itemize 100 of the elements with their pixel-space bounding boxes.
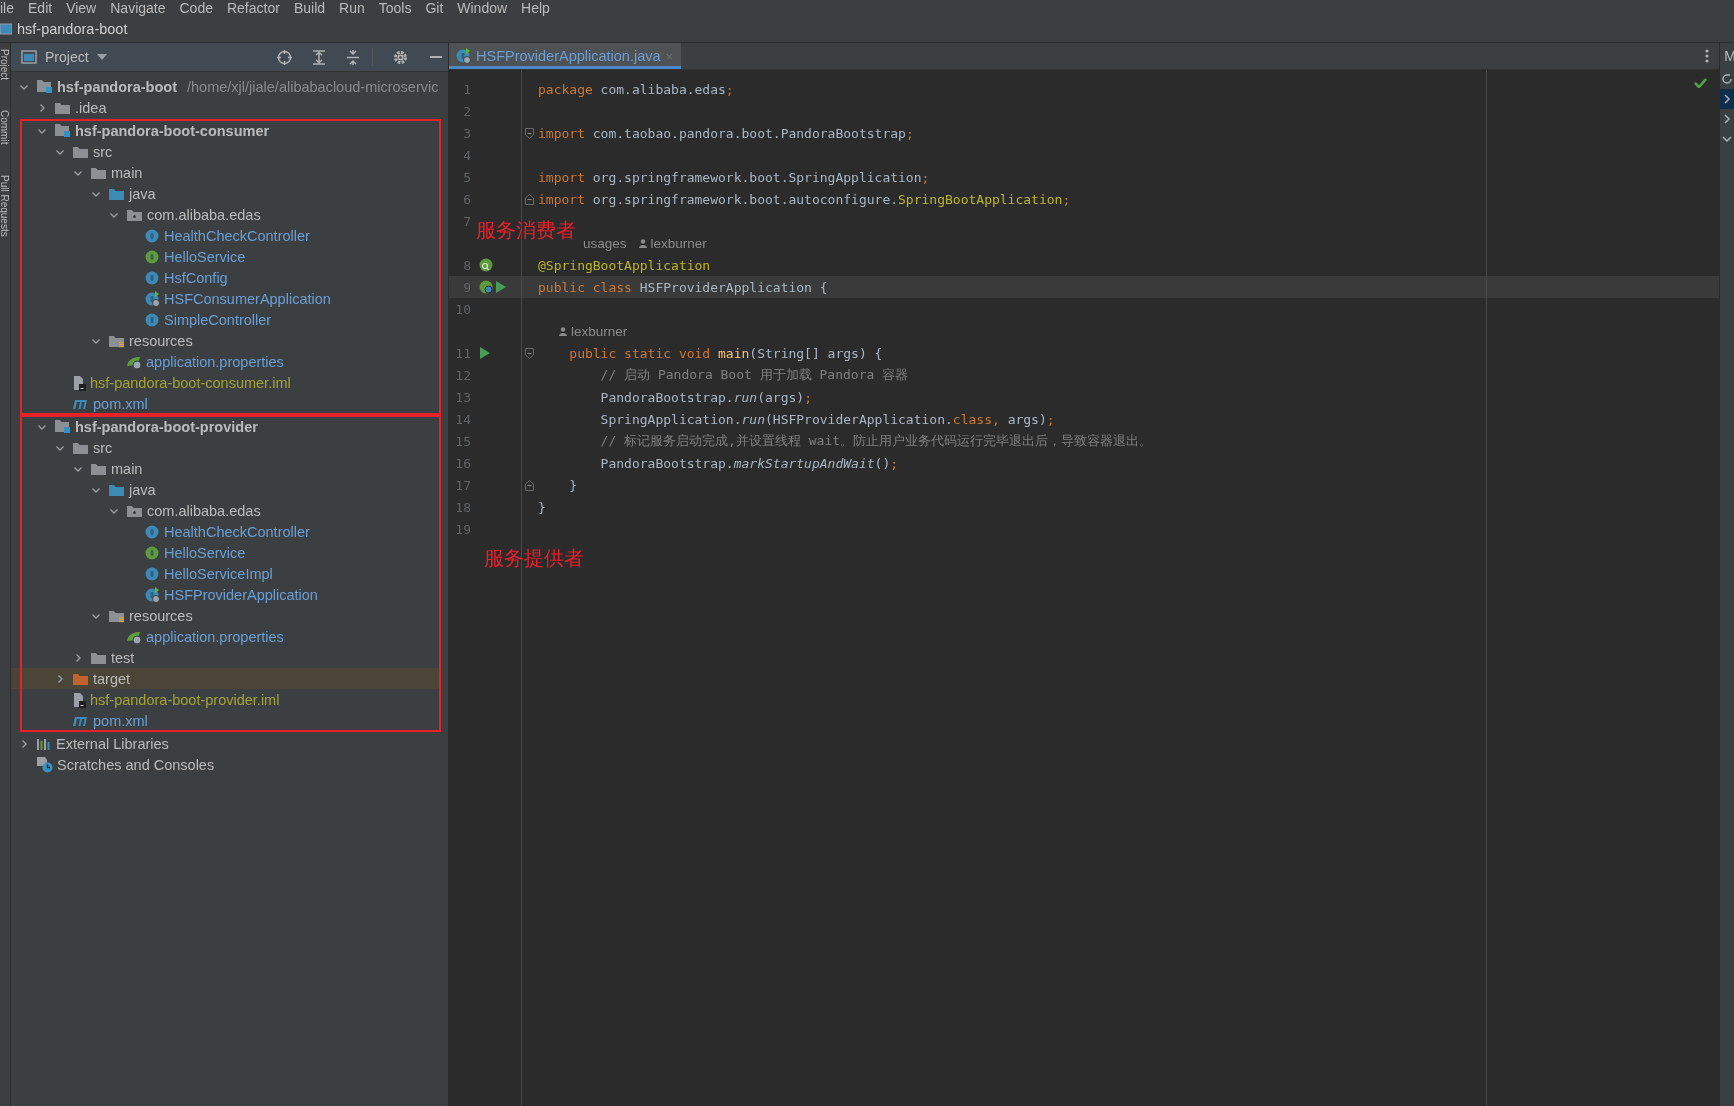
tree-item[interactable]: HealthCheckController	[11, 225, 440, 246]
menu-item[interactable]: Navigate	[110, 0, 166, 16]
code-line: // 启动 Pandora Boot 用于加载 Pandora 容器	[599, 366, 909, 384]
line-number: 15	[454, 433, 471, 449]
run-icon[interactable]	[495, 281, 506, 293]
chevron-icon[interactable]	[37, 102, 47, 113]
tree-item[interactable]: hsf-pandora-boot-provider	[11, 416, 440, 437]
chevron-icon[interactable]	[19, 738, 29, 749]
line-number: 5	[462, 169, 471, 185]
menu-item[interactable]: Git	[425, 0, 444, 16]
menu-item[interactable]: Run	[339, 0, 365, 16]
code-line: PandoraBootstrap.markStartupAndWait();	[599, 455, 899, 471]
tree-item[interactable]: Scratches and Consoles	[11, 754, 448, 775]
class-icon	[144, 227, 160, 244]
more-icon[interactable]	[1705, 49, 1709, 63]
tree-item[interactable]: java	[11, 479, 440, 500]
tree-item[interactable]: HSFConsumerApplication	[11, 288, 440, 309]
folder-icon	[90, 461, 107, 476]
tree-item[interactable]: hsf-pandora-boot-provider.iml	[11, 689, 440, 710]
author-hint[interactable]: lexburner	[559, 323, 628, 339]
chevron-down-icon[interactable]	[1722, 135, 1732, 143]
code-line: }	[568, 477, 578, 493]
settings-icon[interactable]	[393, 49, 408, 65]
menu-item[interactable]: Edit	[28, 0, 53, 16]
tree-item[interactable]: HelloService	[11, 542, 440, 563]
folder-icon	[90, 165, 107, 180]
tree-item[interactable]: pom.xml	[11, 710, 440, 731]
class-icon	[144, 565, 160, 582]
code-line: import org.springframework.boot.autoconfigure.SpringBootApplication;	[537, 191, 1071, 207]
tree-item[interactable]: test	[11, 647, 440, 668]
menu-item[interactable]: Window	[457, 0, 508, 16]
file-icon	[72, 691, 86, 708]
chevron-icon[interactable]	[73, 652, 83, 663]
tree-item[interactable]: com.alibaba.edas	[11, 204, 440, 225]
menu-item[interactable]: Tools	[378, 0, 412, 16]
tree-item[interactable]: java	[11, 183, 440, 204]
line-number: 14	[454, 411, 471, 427]
tree-item[interactable]: main	[11, 458, 440, 479]
tree-item[interactable]: HelloServiceImpl	[11, 563, 440, 584]
minimize-icon[interactable]	[430, 55, 442, 59]
folder-icon	[108, 186, 125, 201]
tree-item[interactable]: SimpleController	[11, 309, 440, 330]
class-icon	[144, 269, 160, 286]
tree-item[interactable]: com.alibaba.edas	[11, 500, 440, 521]
code-line: PandoraBootstrap.run(args);	[599, 389, 812, 405]
locate-icon[interactable]	[277, 49, 292, 65]
line-number: 3	[462, 125, 471, 141]
code-line: public class HSFProviderApplication {	[537, 279, 828, 295]
code-line: package com.alibaba.edas;	[537, 81, 734, 97]
tree-item[interactable]: hsf-pandora-boot /home/xjl/jiale/alibabacloud-microservic	[11, 76, 448, 97]
collapse-all-icon[interactable]	[346, 49, 360, 65]
tree-item[interactable]: target	[11, 668, 440, 689]
folder-icon	[72, 144, 89, 159]
chevron-icon[interactable]	[55, 673, 65, 684]
tree-item[interactable]: hsf-pandora-boot-consumer	[11, 120, 440, 141]
code-line: }	[537, 499, 546, 515]
window-title: hsf-pandora-boot	[17, 21, 128, 37]
tree-item[interactable]: HsfConfig	[11, 267, 440, 288]
tree-item[interactable]: HelloService	[11, 246, 440, 267]
menu-item[interactable]: Code	[179, 0, 213, 16]
tree-item[interactable]: src	[11, 437, 440, 458]
tree-item[interactable]: .idea	[11, 97, 448, 118]
refresh-icon[interactable]	[1721, 73, 1733, 85]
bean-icon[interactable]	[479, 280, 493, 294]
author-hint[interactable]: lexburner	[638, 235, 707, 251]
fold-marker-icon[interactable]	[524, 193, 534, 205]
tree-item[interactable]: hsf-pandora-boot-consumer.iml	[11, 372, 440, 393]
app-class-icon	[144, 586, 160, 603]
fold-marker-icon[interactable]	[524, 127, 534, 139]
tree-item[interactable]: resources	[11, 330, 440, 351]
usages-hint[interactable]: usages	[583, 235, 627, 251]
menu-item[interactable]: Build	[293, 0, 326, 16]
menu-item[interactable]: View	[66, 0, 97, 16]
line-number: 1	[462, 81, 471, 97]
tree-item[interactable]: application.properties	[11, 626, 440, 647]
menu-item[interactable]: ile	[0, 0, 14, 16]
line-number: 2	[462, 103, 471, 119]
project-window-icon	[0, 23, 12, 35]
tree-item[interactable]: HealthCheckController	[11, 521, 440, 542]
fold-marker-icon[interactable]	[524, 479, 534, 491]
annotation-label: 服务消费者	[476, 217, 576, 244]
run-icon[interactable]	[479, 347, 490, 359]
tree-item[interactable]: main	[11, 162, 440, 183]
menu-item[interactable]: Help	[521, 0, 550, 16]
menu-item[interactable]: Refactor	[226, 0, 280, 16]
tree-item[interactable]: External Libraries	[11, 733, 448, 754]
bean-search-icon[interactable]	[479, 258, 493, 272]
tree-item[interactable]: pom.xml	[11, 393, 440, 414]
expand-all-icon[interactable]	[312, 49, 326, 65]
project-view-dropdown[interactable]: Project	[21, 49, 107, 65]
tree-item[interactable]: src	[11, 141, 440, 162]
tree-item[interactable]: HSFProviderApplication	[11, 584, 440, 605]
fold-marker-icon[interactable]	[524, 347, 534, 359]
module-icon	[54, 419, 71, 434]
editor-tab[interactable]: HSFProviderApplication.java ×	[449, 43, 682, 69]
code-line: SpringApplication.run(HSFProviderApplication.class, args);	[599, 411, 1055, 427]
folder-icon	[72, 440, 89, 455]
tree-item[interactable]: application.properties	[11, 351, 440, 372]
maven-tab[interactable]: M	[1724, 43, 1734, 69]
tree-item[interactable]: resources	[11, 605, 440, 626]
